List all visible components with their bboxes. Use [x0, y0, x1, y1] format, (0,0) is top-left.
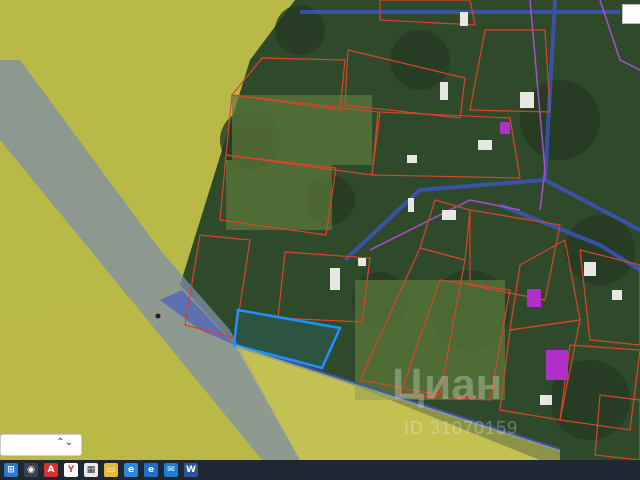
edge-icon[interactable]: e: [124, 463, 138, 477]
watermark-logo: Циан: [392, 360, 503, 409]
search-icon[interactable]: ◉: [24, 463, 38, 477]
map-view[interactable]: [0, 0, 640, 461]
folder-icon[interactable]: ▭: [104, 463, 118, 477]
mail-icon[interactable]: ✉: [164, 463, 178, 477]
start-icon[interactable]: ⊞: [4, 463, 18, 477]
layer-select[interactable]: ⌃⌄: [0, 434, 82, 456]
yandex-icon[interactable]: Y: [64, 463, 78, 477]
map-canvas: [0, 0, 640, 461]
calendar-icon[interactable]: ▦: [84, 463, 98, 477]
taskbar: ⊞ ◉ A Y ▦ ▭ e e ✉ W: [0, 460, 640, 480]
chevron-updown-icon: ⌃⌄: [56, 437, 73, 448]
watermark-id: ID 31070159: [404, 418, 519, 438]
map-control-button[interactable]: [622, 4, 640, 24]
survey-point: [155, 313, 161, 319]
ie-icon[interactable]: e: [144, 463, 158, 477]
word-icon[interactable]: W: [184, 463, 198, 477]
pdf-icon[interactable]: A: [44, 463, 58, 477]
